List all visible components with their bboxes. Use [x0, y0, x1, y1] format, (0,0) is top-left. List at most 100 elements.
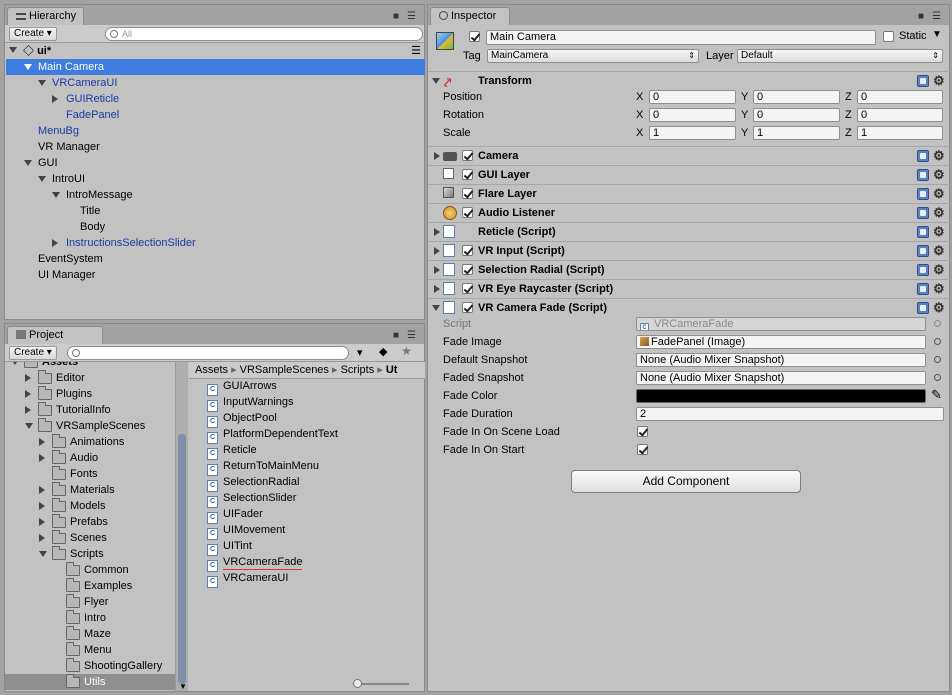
project-folder-item[interactable]: Maze	[5, 626, 175, 642]
project-folder-item[interactable]: Plugins	[5, 386, 175, 402]
chevron-down-icon[interactable]	[9, 47, 17, 53]
favorite-star-icon[interactable]: ★	[401, 344, 412, 358]
hierarchy-item[interactable]: GUIReticle	[6, 91, 425, 107]
gear-icon[interactable]: ⚙	[933, 149, 945, 162]
slider-thumb[interactable]	[353, 679, 362, 688]
chevron-right-icon[interactable]	[434, 285, 440, 293]
breadcrumb-item[interactable]: Assets	[195, 364, 228, 376]
component-enabled-checkbox[interactable]	[462, 283, 473, 294]
zoom-slider[interactable]	[353, 679, 409, 688]
gear-icon[interactable]: ⚙	[933, 301, 945, 314]
breadcrumb-item[interactable]: Scripts	[341, 364, 375, 376]
hierarchy-item[interactable]: GUI	[6, 155, 425, 171]
chevron-right-icon[interactable]	[434, 228, 440, 236]
script-file-item[interactable]: C SelectionSlider	[207, 490, 296, 508]
gear-icon[interactable]: ⚙	[933, 74, 945, 87]
transform-rotation-y-field[interactable]: 0	[753, 108, 840, 122]
chevron-right-icon[interactable]	[52, 239, 58, 247]
search-input[interactable]: All	[105, 27, 423, 41]
script-file-item[interactable]: C VRCameraUI	[207, 570, 288, 588]
project-folder-item[interactable]: VRSampleScenes	[5, 418, 175, 434]
scene-row[interactable]: ui* ☰	[9, 43, 423, 59]
component-header[interactable]: Selection Radial (Script) ⚙	[428, 260, 950, 279]
faded-snapshot-field[interactable]: None (Audio Mixer Snapshot)	[636, 371, 926, 385]
script-file-item[interactable]: C ReturnToMainMenu	[207, 458, 319, 476]
chevron-down-icon[interactable]	[24, 64, 32, 70]
object-picker-icon[interactable]	[934, 320, 941, 327]
component-header[interactable]: GUI Layer ⚙	[428, 165, 950, 184]
hierarchy-item[interactable]: IntroMessage	[6, 187, 425, 203]
project-folder-item[interactable]: Animations	[5, 434, 175, 450]
script-file-item[interactable]: C UIFader	[207, 506, 263, 524]
transform-position-x-field[interactable]: 0	[649, 90, 736, 104]
menu-icon[interactable]: ☰	[932, 11, 941, 22]
chevron-right-icon[interactable]	[52, 95, 58, 103]
component-enabled-checkbox[interactable]	[462, 245, 473, 256]
menu-icon[interactable]: ☰	[407, 11, 416, 22]
lock-icon[interactable]: ■	[393, 330, 399, 341]
fade-color-swatch[interactable]	[636, 389, 926, 403]
project-folder-item[interactable]: Prefabs	[5, 514, 175, 530]
transform-header[interactable]: ⤤ Transform ⚙	[428, 71, 950, 90]
gear-icon[interactable]: ⚙	[933, 244, 945, 257]
component-enabled-checkbox[interactable]	[462, 207, 473, 218]
component-header[interactable]: Reticle (Script) ⚙	[428, 222, 950, 241]
hierarchy-item[interactable]: Body	[6, 219, 425, 235]
project-folder-item[interactable]: Scenes	[5, 530, 175, 546]
hierarchy-item[interactable]: Title	[6, 203, 425, 219]
scene-menu-icon[interactable]: ☰	[411, 43, 421, 59]
project-folder-item[interactable]: Audio	[5, 450, 175, 466]
fade-in-start-checkbox[interactable]	[637, 444, 648, 455]
object-picker-icon[interactable]	[934, 374, 941, 381]
transform-position-z-field[interactable]: 0	[857, 90, 943, 104]
hierarchy-item[interactable]: MenuBg	[6, 123, 425, 139]
project-folder-item[interactable]: Intro	[5, 610, 175, 626]
breadcrumb-item[interactable]: VRSampleScenes	[240, 364, 329, 376]
script-file-item[interactable]: C InputWarnings	[207, 394, 294, 412]
component-header[interactable]: Flare Layer ⚙	[428, 184, 950, 203]
tab-inspector[interactable]: Inspector	[430, 7, 510, 25]
chevron-down-icon[interactable]	[38, 176, 46, 182]
gear-icon[interactable]: ⚙	[933, 282, 945, 295]
chevron-down-icon[interactable]	[39, 551, 47, 557]
chevron-down-icon[interactable]	[432, 78, 440, 84]
chevron-down-icon[interactable]	[25, 423, 33, 429]
chevron-right-icon[interactable]	[434, 266, 440, 274]
project-folder-item[interactable]: Examples	[5, 578, 175, 594]
project-folder-item[interactable]: Materials	[5, 482, 175, 498]
chevron-down-icon[interactable]	[52, 192, 60, 198]
transform-scale-z-field[interactable]: 1	[857, 126, 943, 140]
chevron-right-icon[interactable]	[434, 152, 440, 160]
object-picker-icon[interactable]	[934, 356, 941, 363]
scrollbar-thumb[interactable]	[178, 434, 186, 684]
active-checkbox[interactable]	[469, 31, 480, 42]
chevron-right-icon[interactable]	[25, 406, 31, 414]
help-icon[interactable]	[917, 226, 929, 238]
hierarchy-item[interactable]: IntroUI	[6, 171, 425, 187]
static-checkbox[interactable]	[883, 31, 894, 42]
tag-dropdown[interactable]: MainCamera ⇕	[487, 49, 699, 63]
component-enabled-checkbox[interactable]	[462, 150, 473, 161]
chevron-down-icon[interactable]	[11, 362, 19, 365]
script-file-item[interactable]: C Reticle	[207, 442, 257, 460]
project-folder-item[interactable]: Assets	[5, 362, 175, 370]
help-icon[interactable]	[917, 264, 929, 276]
project-folder-item[interactable]: Utils	[5, 674, 175, 690]
script-file-item[interactable]: C ObjectPool	[207, 410, 277, 428]
gear-icon[interactable]: ⚙	[933, 206, 945, 219]
script-file-item[interactable]: C UIMovement	[207, 522, 285, 540]
hierarchy-item[interactable]: UI Manager	[6, 267, 425, 283]
layer-dropdown[interactable]: Default ⇕	[737, 49, 943, 63]
fade-image-field[interactable]: FadePanel (Image)	[636, 335, 926, 349]
component-header[interactable]: VR Input (Script) ⚙	[428, 241, 950, 260]
help-icon[interactable]	[917, 207, 929, 219]
tab-project[interactable]: Project	[7, 326, 103, 344]
chevron-right-icon[interactable]	[39, 534, 45, 542]
menu-icon[interactable]: ☰	[407, 330, 416, 341]
script-file-item[interactable]: C VRCameraFade	[207, 554, 303, 572]
component-header[interactable]: Camera ⚙	[428, 146, 950, 165]
chevron-down-icon[interactable]	[38, 80, 46, 86]
project-folder-item[interactable]: Flyer	[5, 594, 175, 610]
gear-icon[interactable]: ⚙	[933, 263, 945, 276]
gear-icon[interactable]: ⚙	[933, 225, 945, 238]
